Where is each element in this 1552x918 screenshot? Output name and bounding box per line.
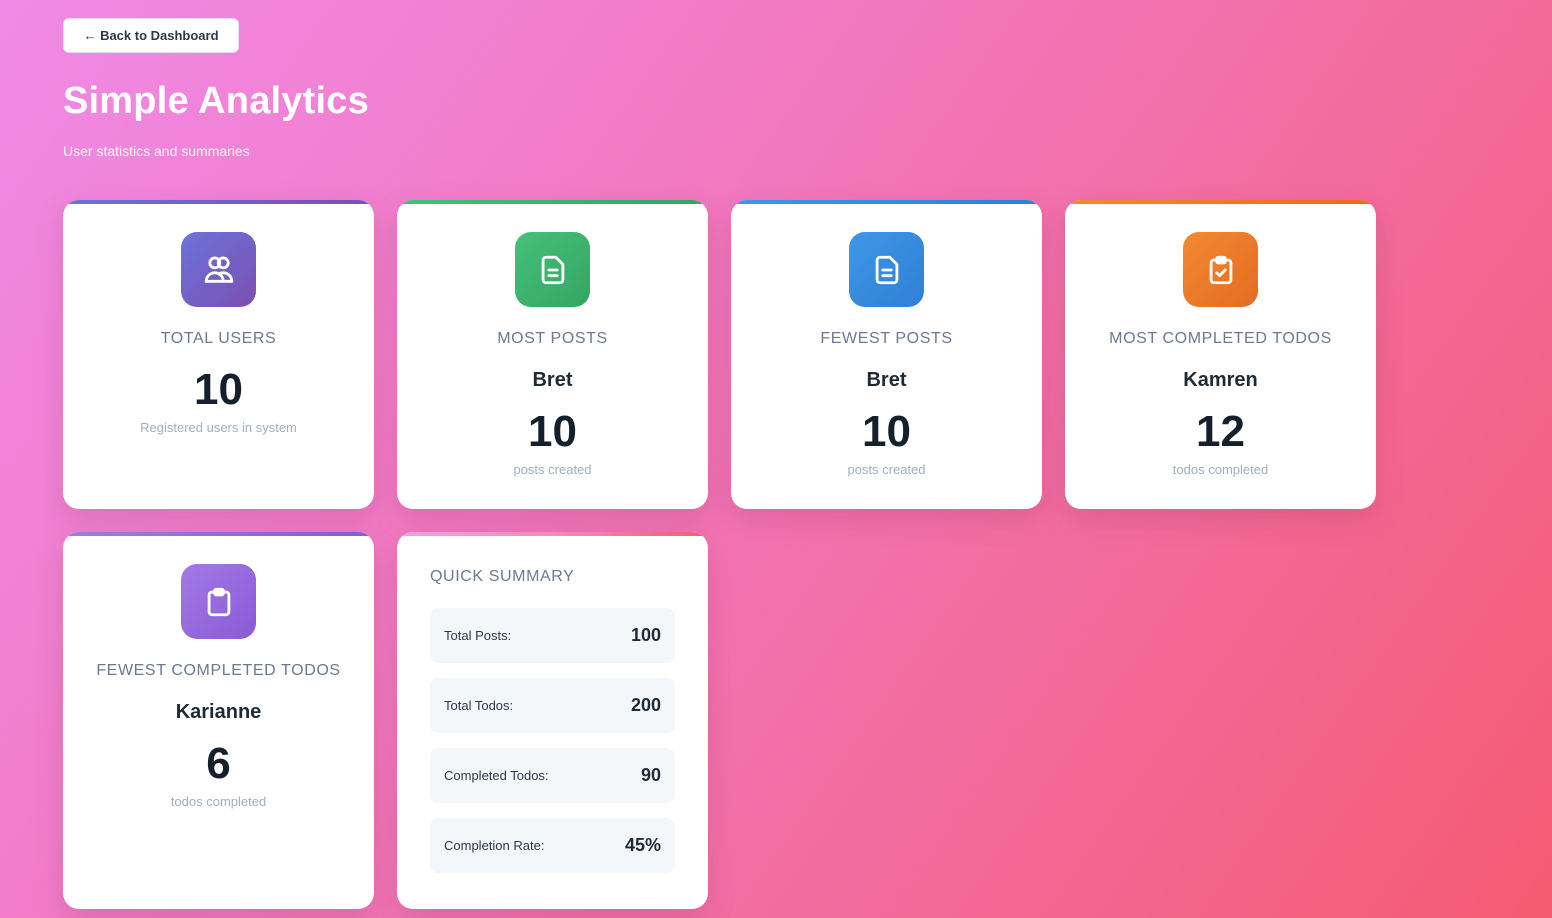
fewest-posts-card: Fewest Posts Bret 10 posts created [731,200,1042,509]
card-value: 10 [862,407,911,456]
card-user-name: Karianne [175,701,262,723]
clipboard-icon [181,564,256,639]
card-caption: posts created [847,462,926,477]
summary-label: Total Posts: [444,628,512,643]
summary-title: Quick Summary [430,568,575,585]
card-label: Most Completed Todos [1109,330,1332,347]
clipboard-check-icon [1183,232,1258,307]
card-label: Fewest Completed Todos [96,662,341,679]
summary-row-total-todos: Total Todos: 200 [430,678,675,733]
card-caption: Registered users in system [140,420,297,435]
summary-value: 200 [630,695,661,715]
page-subtitle: User statistics and summaries [63,143,250,159]
card-value: 6 [206,739,231,788]
summary-row-completed-todos: Completed Todos: 90 [430,748,675,803]
users-icon [181,232,256,307]
summary-row-total-posts: Total Posts: 100 [430,608,675,663]
summary-value: 100 [630,625,661,645]
summary-value: 90 [640,765,661,785]
card-label: Total Users [160,330,277,347]
card-label: Most Posts [497,330,608,347]
card-label: Fewest Posts [820,330,953,347]
card-value: 12 [1196,407,1245,456]
summary-list: Total Posts: 100 Total Todos: 200 Comple… [430,608,675,873]
card-value: 10 [528,407,577,456]
fewest-completed-todos-card: Fewest Completed Todos Karianne 6 todos … [63,532,374,909]
total-users-card: Total Users 10 Registered users in syste… [63,200,374,509]
summary-value: 45% [624,835,661,855]
summary-label: Total Todos: [444,698,514,713]
back-to-dashboard-button[interactable]: ← Back to Dashboard [63,18,239,53]
page-title: Simple Analytics [63,80,369,122]
card-caption: posts created [513,462,592,477]
card-caption: todos completed [170,794,267,809]
summary-row-completion-rate: Completion Rate: 45% [430,818,675,873]
card-caption: todos completed [1172,462,1269,477]
card-user-name: Bret [866,369,907,391]
most-completed-todos-card: Most Completed Todos Kamren 12 todos com… [1065,200,1376,509]
most-posts-card: Most Posts Bret 10 posts created [397,200,708,509]
quick-summary-card: Quick Summary Total Posts: 100 Total Tod… [397,532,708,909]
summary-label: Completion Rate: [444,838,545,853]
document-icon [849,232,924,307]
summary-label: Completed Todos: [444,768,549,783]
card-user-name: Bret [532,369,573,391]
card-user-name: Kamren [1183,369,1258,391]
card-value: 10 [194,365,243,414]
document-icon [515,232,590,307]
